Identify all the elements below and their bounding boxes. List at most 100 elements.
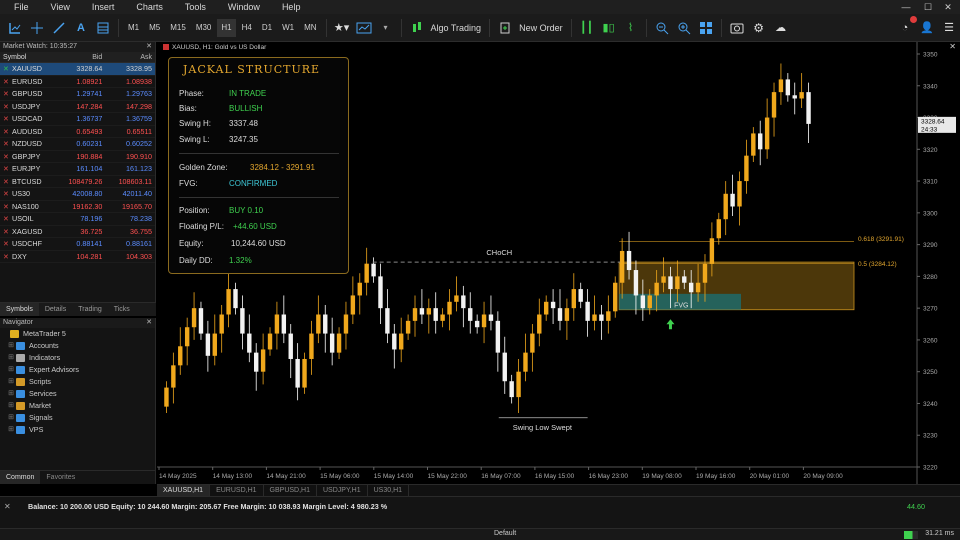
market-watch-row[interactable]: ✕ USOIL 78.196 78.238: [0, 213, 155, 226]
zoom-in-icon[interactable]: [675, 18, 693, 38]
bid-value: 3328.64: [76, 64, 103, 73]
folder-icon: [16, 342, 25, 350]
navigator-item[interactable]: ⊞ Expert Advisors: [0, 364, 155, 376]
tab-favorites[interactable]: Favorites: [40, 471, 81, 484]
settings-gear-icon[interactable]: ⚙: [750, 18, 768, 38]
tf-h1[interactable]: H1: [217, 18, 236, 37]
close-icon[interactable]: ✕: [4, 502, 11, 511]
screenshot-icon[interactable]: [728, 18, 746, 38]
new-order-button[interactable]: New Order: [519, 23, 563, 33]
close-icon[interactable]: ✕: [146, 42, 152, 52]
menu-tools[interactable]: Tools: [171, 2, 214, 12]
expand-icon[interactable]: ⊞: [6, 400, 16, 412]
market-watch-row[interactable]: ✕ AUDUSD 0.65493 0.65511: [0, 126, 155, 138]
market-watch-row[interactable]: ✕ GBPUSD 1.29741 1.29763: [0, 88, 155, 101]
chart-tab-xauusd[interactable]: XAUUSD,H1: [157, 485, 211, 496]
candle-body: [329, 333, 335, 353]
tab-common[interactable]: Common: [0, 471, 41, 484]
zoom-out-icon[interactable]: [653, 18, 671, 38]
menu-help[interactable]: Help: [268, 2, 309, 12]
close-icon[interactable]: ✕: [949, 42, 956, 51]
navigator-item[interactable]: ⊞ Services: [0, 388, 155, 400]
navigator-item[interactable]: ⊞ VPS: [0, 424, 155, 436]
new-order-icon[interactable]: [496, 18, 514, 38]
market-watch-row[interactable]: ✕ EURUSD 1.08921 1.08938: [0, 76, 155, 88]
col-symbol[interactable]: Symbol: [0, 52, 56, 62]
text-tool-icon[interactable]: A: [72, 18, 90, 38]
expand-icon[interactable]: ⊞: [6, 412, 16, 424]
menu-charts[interactable]: Charts: [122, 2, 171, 12]
fib-05-label: 0.5 (3284.12): [858, 261, 897, 268]
minimize-button[interactable]: —: [896, 0, 916, 14]
menu-window[interactable]: Window: [214, 2, 268, 12]
candle-body: [212, 333, 217, 356]
market-watch-row[interactable]: ✕ EURJPY 161.104 161.123: [0, 163, 155, 176]
market-watch-row[interactable]: ✕ GBPJPY 190.884 190.910: [0, 151, 155, 163]
user-account-icon[interactable]: 👤: [918, 18, 936, 38]
menu-file[interactable]: File: [0, 2, 37, 12]
maximize-button[interactable]: ☐: [918, 0, 938, 14]
close-icon[interactable]: ✕: [146, 318, 152, 328]
market-watch-row[interactable]: ✕ USDCHF 0.88141 0.88161: [0, 238, 155, 251]
menu-grid-icon[interactable]: ☰: [940, 18, 958, 38]
line-chart-icon[interactable]: ⌇: [622, 18, 640, 38]
tf-d1[interactable]: D1: [258, 19, 276, 37]
crosshair-icon[interactable]: [28, 18, 46, 38]
expand-icon[interactable]: ⊞: [6, 388, 16, 400]
expand-icon[interactable]: ⊞: [6, 424, 16, 436]
tf-m30[interactable]: M30: [192, 19, 216, 37]
menu-insert[interactable]: Insert: [78, 2, 123, 12]
dropdown-icon[interactable]: ▾: [377, 18, 395, 38]
tf-m1[interactable]: M1: [124, 19, 143, 37]
line-tool-icon[interactable]: [50, 18, 68, 38]
templates-icon[interactable]: [94, 18, 112, 38]
market-watch-row[interactable]: ✕ USDJPY 147.284 147.298: [0, 101, 155, 113]
market-watch-row[interactable]: ✕ US30 42008.80 42011.40: [0, 188, 155, 201]
navigator-item[interactable]: ⊞ Market: [0, 400, 155, 412]
tile-windows-icon[interactable]: [697, 18, 715, 38]
menu-view[interactable]: View: [37, 2, 78, 12]
navigator-item[interactable]: MetaTrader 5: [0, 328, 155, 340]
market-watch-row[interactable]: ✕ BTCUSD 108479.26 108603.11: [0, 176, 155, 188]
tab-symbols[interactable]: Symbols: [0, 303, 39, 316]
expand-icon[interactable]: ⊞: [6, 376, 16, 388]
indicators-icon[interactable]: [355, 18, 373, 38]
navigator-item[interactable]: ⊞ Scripts: [0, 376, 155, 388]
expand-icon[interactable]: ⊞: [6, 352, 16, 364]
bar-chart-icon[interactable]: ┃┃: [578, 18, 596, 38]
algo-trading-button[interactable]: Algo Trading: [431, 23, 482, 33]
col-bid[interactable]: Bid: [56, 52, 106, 62]
tf-m15[interactable]: M15: [166, 19, 190, 37]
cloud-icon[interactable]: ☁: [772, 18, 790, 38]
market-watch-row[interactable]: ✕ NAS100 19162.30 19165.70: [0, 201, 155, 213]
notifications-icon[interactable]: ◔: [896, 15, 917, 38]
close-window-button[interactable]: ✕: [938, 0, 958, 14]
expand-icon[interactable]: ⊞: [6, 364, 16, 376]
market-watch-row[interactable]: ✕ USDCAD 1.36737 1.36759: [0, 113, 155, 126]
objects-star-icon[interactable]: ★▾: [333, 18, 351, 38]
market-watch-row[interactable]: ✕ XAUUSD 3328.64 3328.95: [0, 63, 155, 76]
navigator-item[interactable]: ⊞ Indicators: [0, 352, 155, 364]
chart-tab-us30[interactable]: US30,H1: [368, 485, 410, 496]
tf-h4[interactable]: H4: [238, 19, 256, 37]
chart-type-icon[interactable]: [6, 18, 24, 38]
tab-ticks[interactable]: Ticks: [108, 303, 136, 316]
market-watch-row[interactable]: ✕ DXY 104.281 104.303: [0, 251, 155, 263]
tf-mn[interactable]: MN: [300, 19, 320, 37]
tab-details[interactable]: Details: [39, 303, 72, 316]
chart-tab-gbpusd[interactable]: GBPUSD,H1: [264, 485, 317, 496]
algo-trading-icon[interactable]: [408, 18, 426, 38]
chart-tab-eurusd[interactable]: EURUSD,H1: [210, 485, 264, 496]
market-watch-row[interactable]: ✕ XAGUSD 36.725 36.755: [0, 226, 155, 238]
toolbar-divider: [118, 18, 119, 37]
candles-icon[interactable]: ▮▯: [600, 18, 618, 38]
col-ask[interactable]: Ask: [105, 52, 155, 62]
tab-trading[interactable]: Trading: [72, 303, 107, 316]
tf-w1[interactable]: W1: [278, 19, 298, 37]
navigator-item[interactable]: ⊞ Accounts: [0, 340, 155, 352]
expand-icon[interactable]: ⊞: [6, 340, 16, 352]
market-watch-row[interactable]: ✕ NZDUSD 0.60231 0.60252: [0, 138, 155, 151]
tf-m5[interactable]: M5: [145, 19, 164, 37]
chart-tab-usdjpy[interactable]: USDJPY,H1: [317, 485, 368, 496]
navigator-item[interactable]: ⊞ Signals: [0, 412, 155, 424]
